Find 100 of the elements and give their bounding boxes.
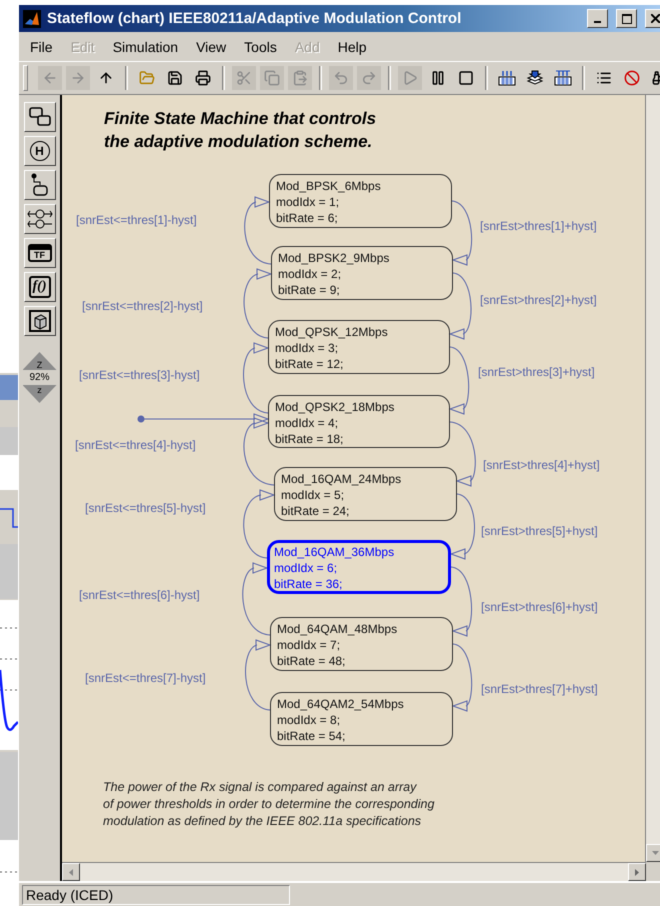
close-button[interactable] bbox=[645, 9, 660, 28]
list-icon bbox=[596, 70, 612, 86]
state-action: bitRate = 6; bbox=[276, 210, 339, 226]
state-name: Mod_16QAM_24Mbps bbox=[281, 471, 402, 487]
state-name: Mod_64QAM2_54Mbps bbox=[277, 696, 405, 712]
transition-arrow bbox=[452, 644, 472, 712]
state-name: Mod_BPSK2_9Mbps bbox=[278, 250, 390, 266]
state[interactable]: Mod_QPSK2_18Mbps modIdx = 4; bitRate = 18; bbox=[268, 395, 450, 448]
stop-icon bbox=[458, 70, 474, 86]
grid-arrow-icon bbox=[554, 69, 572, 87]
state-action: bitRate = 36; bbox=[274, 576, 344, 592]
folder-icon bbox=[139, 70, 155, 86]
transition-arrow bbox=[450, 422, 476, 487]
state[interactable]: Mod_16QAM_36Mbps modIdx = 6; bitRate = 36; bbox=[267, 540, 451, 594]
state[interactable]: Mod_QPSK_12Mbps modIdx = 3; bitRate = 12; bbox=[268, 320, 450, 374]
menu-item[interactable]: Help bbox=[328, 38, 376, 54]
transition-label: [snrEst<=thres[4]-hyst] bbox=[75, 438, 196, 452]
transition-arrow bbox=[450, 566, 472, 637]
state-name: Mod_QPSK2_18Mbps bbox=[275, 399, 396, 415]
state-action: modIdx = 4; bbox=[275, 415, 340, 431]
state[interactable]: Mod_64QAM_48Mbps modIdx = 7; bitRate = 48; bbox=[270, 617, 453, 671]
state-action: bitRate = 18; bbox=[275, 431, 344, 447]
state-action: bitRate = 24; bbox=[281, 503, 350, 519]
window-title: Stateflow (chart) IEEE80211a/Adaptive Modulation Control bbox=[47, 10, 462, 27]
state-action: modIdx = 8; bbox=[277, 712, 342, 728]
state[interactable]: Mod_16QAM_24Mbps modIdx = 5; bitRate = 24; bbox=[274, 467, 457, 521]
state-action: modIdx = 2; bbox=[278, 266, 342, 282]
down-arrow-icon bbox=[652, 851, 658, 855]
state-action: bitRate = 54; bbox=[277, 728, 346, 744]
box-tool[interactable] bbox=[24, 306, 56, 336]
menu-item[interactable]: File bbox=[21, 38, 62, 54]
minimize-button[interactable] bbox=[587, 9, 608, 28]
transition-label: [snrEst>thres[5]+hyst] bbox=[481, 524, 598, 538]
transition-label: [snrEst<=thres[6]-hyst] bbox=[79, 588, 200, 602]
state[interactable]: Mod_BPSK2_9Mbps modIdx = 2; bitRate = 9; bbox=[271, 246, 453, 300]
scroll-right-button[interactable] bbox=[628, 863, 646, 881]
zoom-in-button[interactable]: Z bbox=[22, 352, 56, 370]
state-action: modIdx = 3; bbox=[275, 340, 340, 356]
transition-arrow bbox=[243, 489, 276, 558]
state[interactable]: Mod_64QAM2_54Mbps modIdx = 8; bitRate = 54; bbox=[270, 692, 453, 746]
junction-icon bbox=[26, 207, 52, 231]
transition-label: [snrEst<=thres[1]-hyst] bbox=[76, 213, 197, 227]
transition-arrow bbox=[245, 639, 272, 710]
truth-table-tool[interactable]: TF bbox=[24, 238, 56, 268]
scroll-left-button[interactable] bbox=[62, 863, 80, 881]
left-arrow-icon bbox=[69, 868, 73, 876]
save-icon bbox=[167, 70, 183, 86]
arrow-right-icon bbox=[70, 70, 86, 86]
state-action: modIdx = 6; bbox=[274, 560, 338, 576]
junction-tool[interactable] bbox=[24, 204, 56, 234]
truth-table-icon: TF bbox=[28, 244, 52, 262]
stack-icon bbox=[526, 69, 544, 87]
default-transition-icon bbox=[30, 173, 50, 197]
menu-item[interactable]: Simulation bbox=[104, 38, 188, 54]
menu-item[interactable]: View bbox=[187, 38, 236, 54]
transition-label: [snrEst>thres[3]+hyst] bbox=[478, 365, 595, 379]
state-action: bitRate = 48; bbox=[277, 653, 346, 669]
history-junction-icon: H bbox=[30, 141, 50, 161]
history-tool[interactable]: H bbox=[24, 136, 56, 166]
chart-title: Finite State Machine that controls the adaptive modulation scheme. bbox=[104, 108, 376, 153]
transition-label: [snrEst<=thres[3]-hyst] bbox=[79, 368, 200, 382]
transition-arrow bbox=[448, 272, 472, 340]
transition-arrow bbox=[244, 268, 272, 338]
zoom-level: 92% bbox=[29, 371, 50, 385]
transition-arrow bbox=[450, 494, 475, 560]
transition-arrow bbox=[243, 417, 274, 486]
scroll-down-button[interactable] bbox=[646, 844, 660, 862]
state-action: bitRate = 12; bbox=[275, 356, 344, 372]
state[interactable]: Mod_BPSK_6Mbps modIdx = 1; bitRate = 6; bbox=[269, 174, 452, 228]
grid-arrow-icon bbox=[498, 69, 516, 87]
transition-label: [snrEst>thres[4]+hyst] bbox=[483, 458, 600, 472]
transition-label: [snrEst>thres[7]+hyst] bbox=[481, 682, 598, 696]
transition-arrow bbox=[244, 196, 272, 264]
state-name: Mod_16QAM_36Mbps bbox=[274, 544, 396, 560]
state-action: modIdx = 1; bbox=[276, 194, 340, 210]
transition-arrow bbox=[448, 346, 470, 415]
transition-label: [snrEst>thres[1]+hyst] bbox=[480, 219, 597, 233]
undo-icon bbox=[333, 70, 349, 86]
copy-icon bbox=[264, 70, 280, 86]
paste-icon bbox=[292, 70, 308, 86]
state-tool[interactable] bbox=[24, 102, 56, 132]
transition-label: [snrEst<=thres[5]-hyst] bbox=[85, 501, 206, 515]
close-icon bbox=[651, 14, 660, 23]
state-action: bitRate = 9; bbox=[278, 282, 341, 298]
box-icon bbox=[28, 310, 50, 332]
default-transition-tool[interactable] bbox=[24, 170, 56, 200]
state-action: modIdx = 7; bbox=[277, 637, 342, 653]
function-tool[interactable]: f() bbox=[24, 272, 56, 302]
zoom-out-button[interactable]: z bbox=[22, 385, 56, 403]
redo-icon bbox=[361, 70, 377, 86]
transition-label: [snrEst>thres[2]+hyst] bbox=[480, 293, 597, 307]
prohibited-icon bbox=[624, 70, 640, 86]
play-icon bbox=[402, 70, 418, 86]
maximize-button[interactable] bbox=[616, 9, 637, 28]
function-icon: f() bbox=[28, 276, 50, 298]
minimize-icon bbox=[594, 20, 601, 22]
printer-icon bbox=[195, 70, 211, 86]
pause-icon bbox=[430, 70, 446, 86]
menu-item[interactable]: Tools bbox=[235, 38, 286, 54]
transition-arrow bbox=[452, 200, 472, 266]
